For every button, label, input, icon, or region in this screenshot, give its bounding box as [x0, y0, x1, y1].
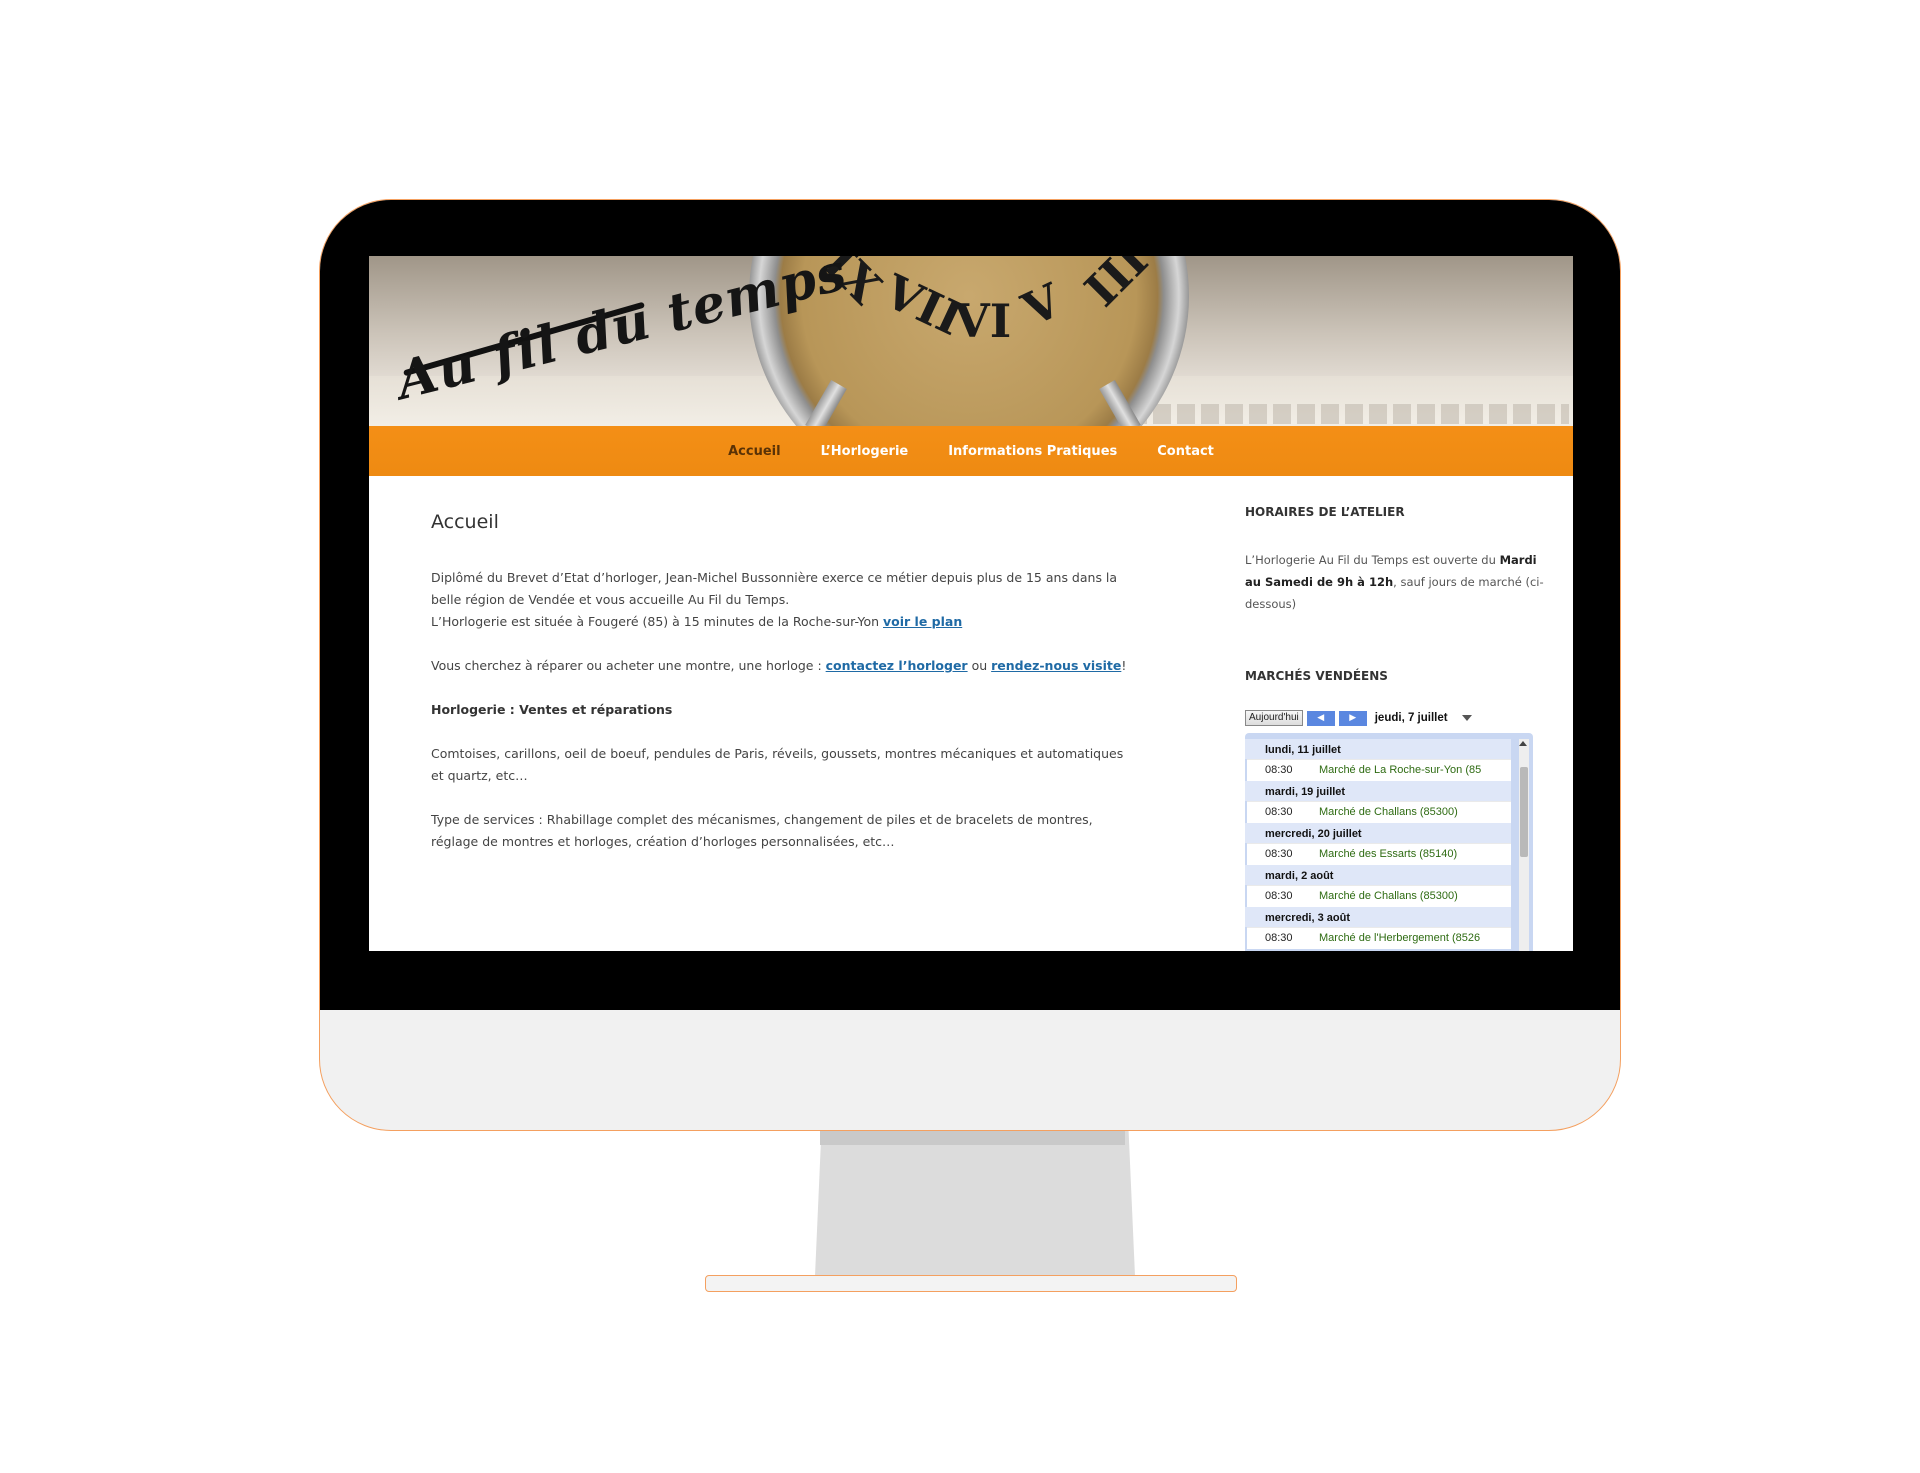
agenda-day-header: mardi, 19 juillet — [1245, 781, 1511, 801]
nav-item-accueil[interactable]: Accueil — [728, 444, 780, 459]
agenda-list: lundi, 11 juillet 08:30 Marché de La Roc… — [1245, 739, 1511, 949]
prev-button[interactable]: ◀ — [1306, 710, 1335, 726]
main-nav: Accueil L’Horlogerie Informations Pratiq… — [369, 426, 1573, 476]
sidebar: HORAIRES DE L’ATELIER L’Horlogerie Au Fi… — [1245, 501, 1545, 951]
visit-link[interactable]: rendez-nous visite — [991, 658, 1121, 673]
event-time: 08:30 — [1265, 848, 1293, 860]
event-time: 08:30 — [1265, 890, 1293, 902]
hours-pre: L’Horlogerie Au Fil du Temps est ouverte… — [1245, 553, 1500, 567]
agenda-day-header: mardi, 2 août — [1245, 865, 1511, 885]
dropdown-caret-icon[interactable] — [1461, 715, 1472, 721]
agenda-scroll-thumb[interactable] — [1520, 767, 1528, 857]
calendar-toolbar: Aujourd'hui ◀ ▶ jeudi, 7 juillet — [1245, 709, 1545, 727]
agenda-event[interactable]: 08:30 Marché de Challans (85300) — [1247, 885, 1511, 907]
contact-end-text: ! — [1121, 658, 1127, 673]
nav-item-horlogerie[interactable]: L’Horlogerie — [821, 444, 909, 459]
event-title[interactable]: Marché des Essarts (85140) — [1319, 844, 1499, 865]
contact-or-text: ou — [967, 658, 992, 673]
hours-widget-title: HORAIRES DE L’ATELIER — [1245, 505, 1405, 519]
next-button[interactable]: ▶ — [1338, 710, 1367, 726]
nav-item-informations-pratiques[interactable]: Informations Pratiques — [948, 444, 1117, 459]
agenda-event[interactable]: 08:30 Marché des Essarts (85140) — [1247, 843, 1511, 865]
page-title: Accueil — [431, 511, 499, 533]
event-time: 08:30 — [1265, 932, 1293, 944]
agenda-event[interactable]: 08:30 Marché de Challans (85300) — [1247, 801, 1511, 823]
banner-book-text — [1129, 404, 1569, 424]
event-time: 08:30 — [1265, 806, 1293, 818]
event-title[interactable]: Marché de Challans (85300) — [1319, 802, 1499, 823]
agenda-event[interactable]: 08:30 Marché de La Roche-sur-Yon (85 — [1247, 759, 1511, 781]
contact-paragraph: Vous cherchez à réparer ou acheter une m… — [431, 655, 1131, 677]
main-content: Accueil Diplômé du Brevet d’Etat d’horlo… — [431, 511, 1131, 875]
contact-text: Vous cherchez à réparer ou acheter une m… — [431, 658, 826, 673]
event-title[interactable]: Marché de l'Herbergement (8526 — [1319, 928, 1499, 949]
browser-screen: IX VII VI V III Au fil du temps Accueil … — [369, 256, 1573, 951]
scroll-up-arrow-icon[interactable] — [1519, 741, 1527, 746]
chevron-left-icon: ◀ — [1317, 712, 1325, 723]
monitor-stand-base — [705, 1275, 1237, 1292]
location-text: L’Horlogerie est située à Fougeré (85) à… — [431, 614, 883, 629]
services-heading-paragraph: Horlogerie : Ventes et réparations — [431, 699, 1131, 721]
agenda-day-header: mercredi, 3 août — [1245, 907, 1511, 927]
services-heading: Horlogerie : Ventes et réparations — [431, 702, 673, 717]
monitor-stand-neck — [815, 1131, 1135, 1276]
agenda-day-header: mercredi, 20 juillet — [1245, 823, 1511, 843]
chevron-right-icon: ▶ — [1349, 712, 1357, 723]
contact-horloger-link[interactable]: contactez l’horloger — [826, 658, 968, 673]
header-banner: IX VII VI V III Au fil du temps — [369, 256, 1573, 426]
calendar-agenda: lundi, 11 juillet 08:30 Marché de La Roc… — [1245, 733, 1533, 951]
products-paragraph: Comtoises, carillons, oeil de boeuf, pen… — [431, 746, 1124, 783]
agenda-event[interactable]: 08:30 Marché de l'Herbergement (8526 — [1247, 927, 1511, 949]
hours-text: L’Horlogerie Au Fil du Temps est ouverte… — [1245, 549, 1545, 615]
intro-paragraph: Diplômé du Brevet d’Etat d’horloger, Jea… — [431, 567, 1131, 633]
clock-numeral: VI — [954, 294, 1012, 348]
agenda-day-header: lundi, 11 juillet — [1245, 739, 1511, 759]
intro-text: Diplômé du Brevet d’Etat d’horloger, Jea… — [431, 570, 1118, 607]
markets-widget-title: MARCHÉS VENDÉENS — [1245, 669, 1388, 683]
monitor-stand-shadow — [820, 1131, 1125, 1145]
calendar-current-date: jeudi, 7 juillet — [1374, 712, 1448, 724]
event-time: 08:30 — [1265, 764, 1293, 776]
today-button[interactable]: Aujourd'hui — [1245, 710, 1303, 726]
nav-item-contact[interactable]: Contact — [1157, 444, 1214, 459]
map-link[interactable]: voir le plan — [883, 614, 962, 629]
services-paragraph: Type de services : Rhabillage complet de… — [431, 812, 1093, 849]
event-title[interactable]: Marché de Challans (85300) — [1319, 886, 1499, 907]
event-title[interactable]: Marché de La Roche-sur-Yon (85 — [1319, 760, 1499, 781]
